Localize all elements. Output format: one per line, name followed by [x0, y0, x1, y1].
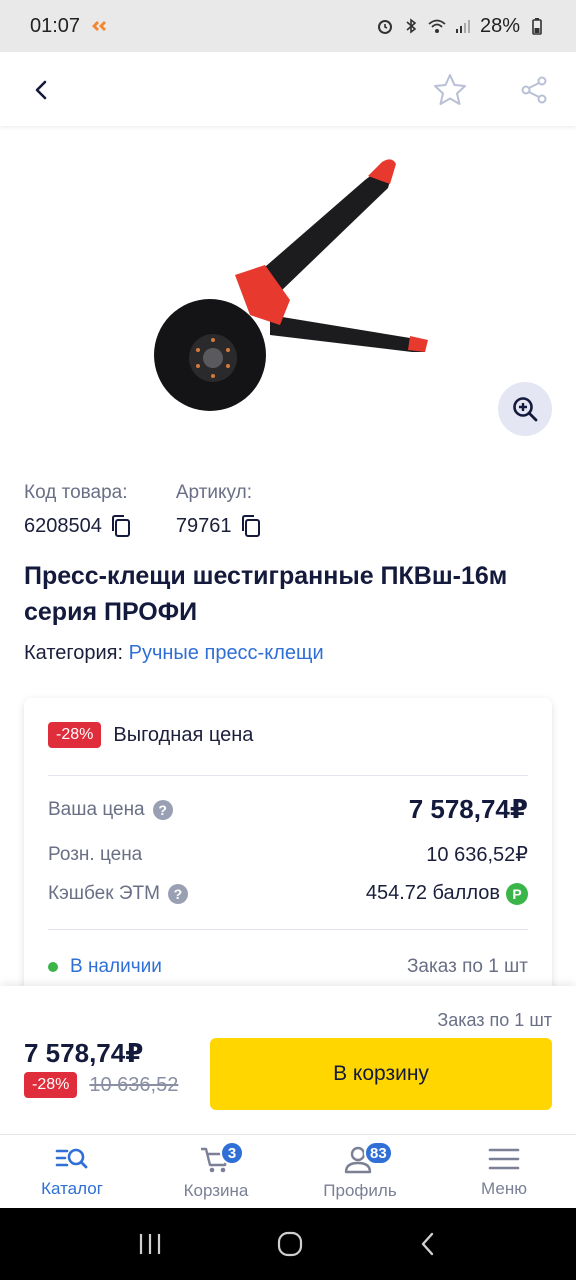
nav-item-cart[interactable]: 3 Корзина	[144, 1135, 288, 1208]
app-notification-icon	[92, 21, 107, 31]
price-card: -28% Выгодная цена Ваша цена? 7 578,74₽ …	[24, 698, 552, 1018]
nav-item-menu[interactable]: Меню	[432, 1135, 576, 1208]
buy-panel: Заказ по 1 шт 7 578,74₽ -28% 10 636,52 В…	[0, 986, 576, 1136]
your-price-row: Ваша цена? 7 578,74₽	[48, 794, 528, 825]
your-price-value: 7 578,74₽	[408, 794, 528, 824]
cashback-row: Кэшбек ЭТМ? 454.72 баллов Р	[48, 882, 528, 905]
product-code: Код товара: 6208504	[24, 482, 132, 538]
bottom-nav: Каталог 3 Корзина 83 Профиль Меню	[0, 1134, 576, 1208]
home-icon[interactable]	[276, 1230, 304, 1258]
battery-icon	[532, 18, 542, 35]
zoom-button[interactable]	[498, 382, 552, 436]
status-time: 01:07	[30, 14, 81, 37]
alarm-icon	[377, 20, 392, 34]
cart-count-badge: 3	[220, 1141, 244, 1165]
cashback-label: Кэшбек ЭТМ	[48, 882, 160, 904]
hamburger-icon	[488, 1148, 520, 1170]
nav-label: Корзина	[183, 1181, 249, 1200]
add-to-cart-button[interactable]: В корзину	[210, 1038, 552, 1110]
nav-item-profile[interactable]: 83 Профиль	[288, 1135, 432, 1208]
help-icon[interactable]: ?	[167, 883, 188, 904]
retail-price-label: Розн. цена	[48, 843, 143, 865]
help-icon[interactable]: ?	[152, 799, 173, 820]
product-title: Пресс-клещи шестигранные ПКВш-16м серия …	[24, 562, 508, 626]
divider	[48, 929, 528, 930]
back-nav-icon[interactable]	[417, 1231, 439, 1257]
discount-badge: -28%	[48, 722, 102, 748]
your-price-label: Ваша цена	[48, 798, 145, 820]
divider	[48, 775, 528, 776]
retail-price-row: Розн. цена 10 636,52₽	[48, 842, 528, 867]
order-min-text: Заказ по 1 шт	[406, 956, 528, 977]
back-button[interactable]	[22, 70, 62, 110]
deal-text: Выгодная цена	[113, 723, 254, 746]
profile-count-badge: 83	[364, 1141, 393, 1165]
in-stock-dot-icon	[48, 962, 58, 972]
zoom-in-icon	[513, 397, 538, 422]
chevron-left-icon	[35, 80, 47, 100]
product-image[interactable]	[120, 140, 450, 430]
share-icon	[521, 76, 547, 104]
bluetooth-icon	[406, 18, 417, 34]
nav-item-catalog[interactable]: Каталог	[0, 1135, 144, 1208]
product-code-value: 6208504	[24, 514, 102, 537]
retail-price-value: 10 636,52₽	[426, 844, 528, 866]
wifi-icon	[428, 19, 446, 33]
battery-percent: 28%	[479, 14, 520, 37]
product-codes: Код товара: 6208504 Артикул: 79761	[24, 482, 262, 538]
availability-text: В наличии	[70, 956, 162, 977]
catalog-search-icon	[55, 1148, 88, 1169]
article-label: Артикул:	[175, 482, 252, 503]
category-label: Категория:	[24, 642, 124, 664]
system-nav-bar	[0, 1208, 576, 1280]
product-category: Категория: Ручные пресс-клещи	[24, 642, 324, 665]
share-button[interactable]	[514, 70, 554, 110]
current-price: 7 578,74₽	[24, 1038, 144, 1068]
nav-label: Меню	[481, 1179, 527, 1198]
copy-icon[interactable]	[110, 514, 132, 538]
article-code: Артикул: 79761	[176, 482, 262, 538]
cashback-value: 454.72 баллов	[365, 882, 500, 904]
recent-apps-icon[interactable]	[137, 1232, 163, 1256]
article-value: 79761	[175, 514, 232, 537]
nav-label: Каталог	[41, 1179, 103, 1198]
discount-badge: -28%	[24, 1072, 78, 1098]
availability-row: В наличии Заказ по 1 шт	[48, 956, 528, 978]
star-icon	[434, 74, 466, 105]
app-bar	[0, 52, 576, 126]
old-price: 10 636,52	[89, 1073, 179, 1096]
signal-icon	[455, 20, 470, 33]
product-code-label: Код товара:	[24, 482, 128, 503]
points-coin-icon: Р	[506, 882, 528, 905]
discount-row: -28% 10 636,52	[24, 1072, 178, 1098]
copy-icon[interactable]	[240, 514, 262, 538]
category-link[interactable]: Ручные пресс-клещи	[129, 642, 324, 664]
order-min-text: Заказ по 1 шт	[437, 1010, 552, 1030]
nav-label: Профиль	[323, 1181, 397, 1200]
favorite-button[interactable]	[430, 70, 470, 110]
status-bar: 01:07 28%	[0, 0, 576, 52]
deal-row: -28% Выгодная цена	[48, 722, 253, 748]
